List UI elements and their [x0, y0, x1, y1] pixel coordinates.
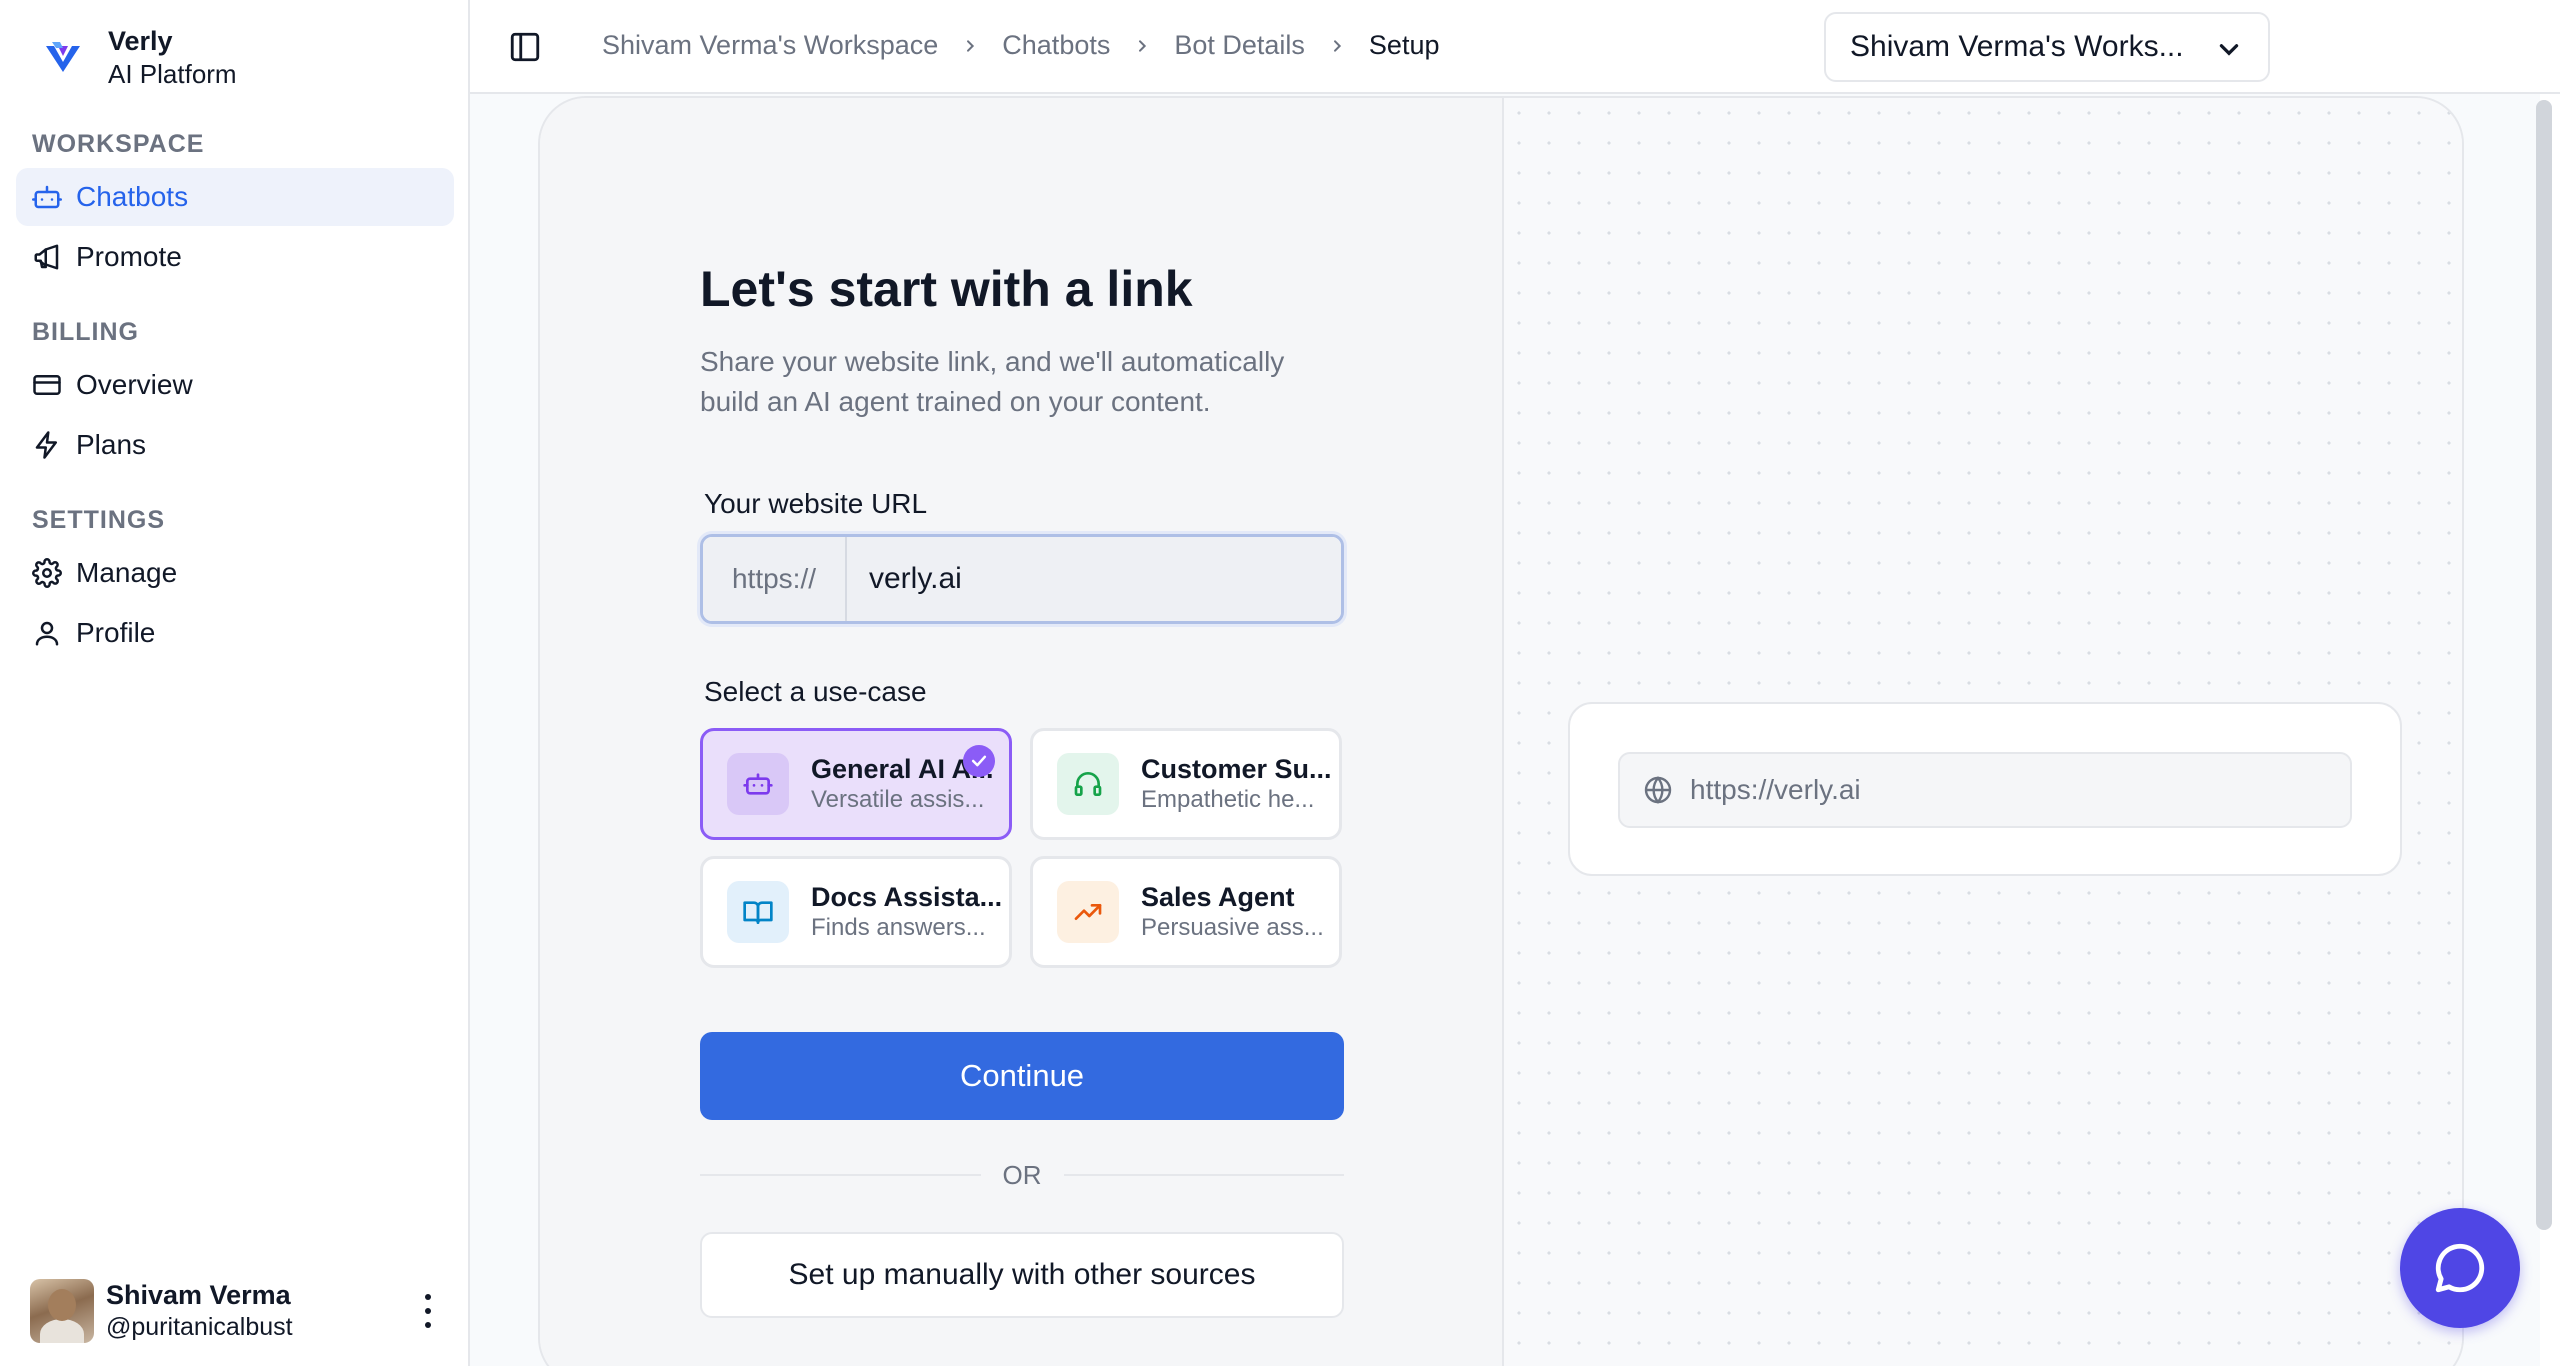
preview-card: https://verly.ai — [1568, 702, 2402, 876]
sidebar: Verly AI Platform WORKSPACE Chatbots Pro… — [0, 0, 470, 1366]
more-options-icon[interactable] — [418, 1294, 438, 1328]
url-prefix: https:// — [703, 537, 847, 621]
megaphone-icon — [32, 242, 62, 272]
brand[interactable]: Verly AI Platform — [38, 24, 237, 90]
preview-pane: https://verly.ai — [1504, 98, 2462, 1366]
setup-form: Let's start with a link Share your websi… — [540, 98, 1504, 1366]
manual-setup-button[interactable]: Set up manually with other sources — [700, 1232, 1344, 1318]
chevron-right-icon — [1329, 38, 1345, 54]
brand-name: Verly — [108, 26, 173, 56]
breadcrumb: Shivam Verma's Workspace Chatbots Bot De… — [602, 30, 1439, 61]
usecase-sales-agent[interactable]: Sales Agent Persuasive ass... — [1030, 856, 1342, 968]
page-subtitle: Share your website link, and we'll autom… — [700, 346, 1285, 417]
sidebar-item-label: Chatbots — [76, 181, 189, 212]
website-url-input[interactable] — [847, 537, 1341, 621]
sidebar-item-label: Manage — [76, 557, 178, 588]
usecase-desc: Persuasive ass... — [1141, 914, 1324, 941]
sidebar-item-manage[interactable]: Manage — [16, 544, 454, 602]
user-handle: @puritanicalbust — [106, 1313, 293, 1341]
bot-icon — [32, 182, 62, 212]
sidebar-item-overview[interactable]: Overview — [16, 356, 454, 414]
section-label-workspace: WORKSPACE — [32, 130, 205, 158]
headset-icon — [1057, 753, 1119, 815]
sidebar-item-promote[interactable]: Promote — [16, 228, 454, 286]
sidebar-item-chatbots[interactable]: Chatbots — [16, 168, 454, 226]
top-header: Shivam Verma's Workspace Chatbots Bot De… — [470, 0, 2560, 94]
user-menu[interactable]: Shivam Verma @puritanicalbust — [30, 1276, 450, 1346]
chevron-right-icon — [962, 38, 978, 54]
or-label: OR — [1002, 1159, 1042, 1190]
section-label-settings: SETTINGS — [32, 506, 166, 534]
setup-panel: Let's start with a link Share your websi… — [538, 96, 2464, 1366]
workspace-select-value: Shivam Verma's Works... — [1850, 30, 2184, 63]
chevron-right-icon — [1134, 38, 1150, 54]
sidebar-item-label: Overview — [76, 369, 193, 400]
sidebar-item-plans[interactable]: Plans — [16, 416, 454, 474]
globe-icon — [1644, 776, 1672, 804]
avatar — [30, 1279, 94, 1343]
section-label-billing: BILLING — [32, 318, 139, 346]
credit-card-icon — [32, 370, 62, 400]
usecase-desc: Finds answers... — [811, 914, 986, 941]
verly-logo-icon — [46, 42, 80, 72]
usecase-general-ai[interactable]: General AI A... Versatile assis... — [700, 728, 1012, 840]
brand-subtitle: AI Platform — [108, 59, 237, 89]
lightning-icon — [32, 430, 62, 460]
workspace-select[interactable]: Shivam Verma's Works... — [1824, 12, 2270, 82]
usecase-title: Docs Assista... — [811, 882, 1003, 912]
url-label: Your website URL — [704, 488, 928, 519]
scrollbar[interactable] — [2536, 100, 2552, 1230]
sidebar-toggle-icon[interactable] — [508, 30, 542, 64]
chat-launcher-button[interactable] — [2400, 1208, 2520, 1328]
bot-icon — [727, 753, 789, 815]
user-name: Shivam Verma — [106, 1280, 291, 1310]
url-input-group: https:// — [700, 534, 1344, 624]
usecase-title: Sales Agent — [1141, 882, 1295, 912]
trending-up-icon — [1057, 881, 1119, 943]
sidebar-item-label: Promote — [76, 241, 182, 272]
sidebar-item-label: Plans — [76, 429, 147, 460]
gear-icon — [32, 558, 62, 588]
breadcrumb-chatbots[interactable]: Chatbots — [1002, 30, 1110, 61]
usecase-label: Select a use-case — [704, 676, 927, 707]
breadcrumb-setup: Setup — [1368, 30, 1440, 60]
continue-button[interactable]: Continue — [700, 1032, 1344, 1120]
usecase-desc: Versatile assis... — [811, 786, 985, 813]
or-divider: OR — [700, 1160, 1344, 1190]
usecase-title: Customer Su... — [1141, 754, 1332, 784]
check-icon — [963, 745, 995, 777]
breadcrumb-bot-details[interactable]: Bot Details — [1174, 30, 1305, 61]
preview-url-bar: https://verly.ai — [1618, 752, 2352, 828]
book-icon — [727, 881, 789, 943]
usecase-docs-assistant[interactable]: Docs Assista... Finds answers... — [700, 856, 1012, 968]
user-icon — [32, 618, 62, 648]
usecase-customer-support[interactable]: Customer Su... Empathetic he... — [1030, 728, 1342, 840]
chevron-down-icon — [2219, 44, 2239, 56]
chat-bubble-icon — [2435, 1243, 2485, 1293]
usecase-desc: Empathetic he... — [1141, 786, 1315, 813]
preview-url: https://verly.ai — [1690, 774, 1861, 805]
sidebar-item-label: Profile — [76, 617, 156, 648]
sidebar-item-profile[interactable]: Profile — [16, 604, 454, 662]
breadcrumb-workspace[interactable]: Shivam Verma's Workspace — [602, 30, 938, 61]
page-title: Let's start with a link — [700, 261, 1193, 317]
